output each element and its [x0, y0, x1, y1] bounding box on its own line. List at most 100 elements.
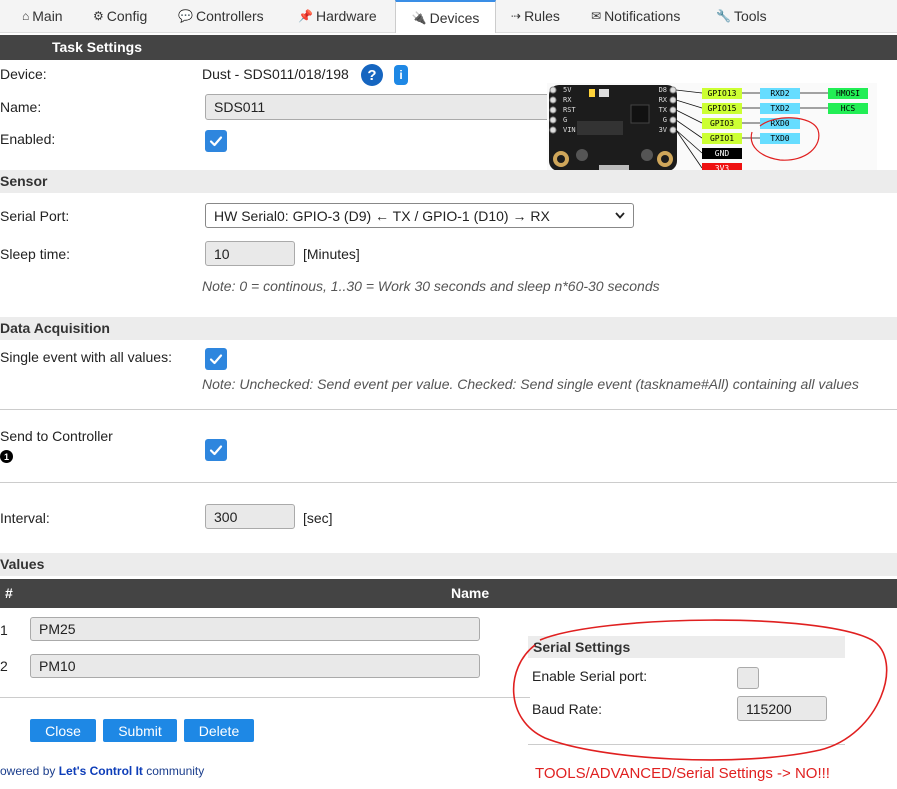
plug-icon: 🔌	[411, 10, 427, 25]
footer-brand-link[interactable]: Let's Control It	[59, 764, 143, 778]
submit-button[interactable]: Submit	[103, 719, 177, 742]
hmosi-label: HMOSI	[828, 88, 868, 99]
serial-port-value: HW Serial0: GPIO-3 (D9) ← TX / GPIO-1 (D…	[214, 207, 550, 224]
pin-label: G	[662, 116, 667, 124]
divider	[0, 409, 897, 410]
tab-devices[interactable]: 🔌 Devices	[395, 0, 496, 33]
arrow-right-icon: ⇢	[511, 9, 522, 23]
interval-label: Interval:	[0, 510, 50, 526]
gnd-label: GND	[702, 148, 742, 159]
tab-main[interactable]: ⌂ Main	[22, 0, 63, 32]
right-pin-labels: D8 RX TX G 3V	[655, 85, 667, 135]
tab-label: Config	[106, 8, 148, 24]
send-to-controller-checkbox[interactable]	[205, 439, 227, 461]
close-button[interactable]: Close	[30, 719, 96, 742]
pin-label: 3V	[658, 126, 667, 134]
enabled-label: Enabled:	[0, 131, 56, 147]
divider	[528, 744, 845, 745]
task-settings-header: Task Settings	[0, 35, 897, 60]
tab-label: Rules	[524, 8, 560, 24]
sensor-header: Sensor	[0, 170, 897, 193]
gpio15-label: GPIO15	[702, 103, 742, 114]
home-icon: ⌂	[22, 9, 30, 23]
values-title: Values	[0, 556, 45, 572]
checkmark-icon	[209, 445, 223, 456]
data-acquisition-header: Data Acquisition	[0, 317, 897, 340]
serial-settings-title: Serial Settings	[533, 639, 631, 655]
tab-label: Main	[32, 8, 63, 24]
tab-tools[interactable]: 🔧 Tools	[716, 0, 767, 32]
task-settings-title: Task Settings	[52, 39, 142, 55]
sleep-time-unit: [Minutes]	[303, 246, 360, 262]
value-row-number: 2	[0, 658, 8, 674]
gpio13-label: GPIO13	[702, 88, 742, 99]
baud-rate-label: Baud Rate:	[532, 701, 603, 717]
tab-controllers[interactable]: 💬 Controllers	[178, 0, 264, 32]
tab-rules[interactable]: ⇢ Rules	[511, 0, 560, 32]
sleep-note: Note: 0 = continous, 1..30 = Work 30 sec…	[202, 278, 660, 294]
pin-label: G	[563, 116, 568, 124]
tab-hardware[interactable]: 📌 Hardware	[298, 0, 377, 32]
top-nav: ⌂ Main ⚙ Config 💬 Controllers 📌 Hardware 🔌 De…	[0, 0, 897, 33]
pin-label: RX	[563, 96, 572, 104]
value-name-input[interactable]: PM10	[30, 654, 480, 678]
interval-input[interactable]: 300	[205, 504, 295, 529]
tab-config[interactable]: ⚙ Config	[93, 0, 147, 32]
device-label: Device:	[0, 66, 47, 82]
rxd0-label: RXD0	[760, 118, 800, 129]
enable-serial-label: Enable Serial port:	[532, 668, 648, 684]
tab-label: Hardware	[315, 8, 377, 24]
value-name-input[interactable]: PM25	[30, 617, 480, 641]
pin-label: TX	[658, 106, 667, 114]
serial-settings-header: Serial Settings	[528, 636, 845, 658]
txd2-label: TXD2	[760, 103, 800, 114]
pin-label: VIN	[563, 126, 576, 134]
value-row-number: 1	[0, 622, 8, 638]
speech-bubble-icon: 💬	[178, 9, 193, 23]
txd0-label: TXD0	[760, 133, 800, 144]
data-acquisition-title: Data Acquisition	[0, 320, 110, 336]
enable-serial-checkbox[interactable]	[737, 667, 759, 689]
name-input-value: SDS011	[214, 99, 266, 115]
name-input[interactable]: SDS011	[205, 94, 550, 120]
hcs-label: HCS	[828, 103, 868, 114]
divider	[0, 482, 897, 483]
baud-rate-input[interactable]: 115200	[737, 696, 827, 721]
chevron-down-icon	[615, 212, 625, 219]
sleep-time-label: Sleep time:	[0, 246, 71, 262]
sleep-time-input[interactable]: 10	[205, 241, 295, 266]
pin-label: RX	[658, 96, 667, 104]
sensor-title: Sensor	[0, 173, 48, 189]
help-icon[interactable]: ?	[361, 64, 383, 86]
serial-port-label: Serial Port:	[0, 208, 70, 224]
wrench-icon: 🔧	[716, 9, 731, 23]
pin-label: D8	[658, 86, 667, 94]
single-event-checkbox[interactable]	[205, 348, 227, 370]
info-icon[interactable]: i	[394, 65, 408, 85]
values-table-header: # Name	[0, 579, 897, 608]
column-name-header: Name	[451, 585, 490, 601]
footer-suffix: community	[142, 764, 205, 778]
name-label: Name:	[0, 99, 42, 115]
pin-label: RST	[563, 106, 576, 114]
column-number-header: #	[5, 585, 13, 601]
value-name: PM10	[39, 658, 76, 674]
divider	[0, 697, 530, 698]
checkmark-icon	[209, 354, 223, 365]
controller-number-badge: 1	[0, 450, 13, 463]
values-header: Values	[0, 553, 897, 576]
tab-label: Controllers	[195, 8, 264, 24]
envelope-icon: ✉	[591, 9, 602, 23]
pin-label: 5V	[563, 86, 572, 94]
enabled-checkbox[interactable]	[205, 130, 227, 152]
delete-button[interactable]: Delete	[184, 719, 254, 742]
single-event-label: Single event with all values:	[0, 349, 172, 365]
tab-notifications[interactable]: ✉ Notifications	[591, 0, 680, 32]
serial-port-select[interactable]: HW Serial0: GPIO-3 (D9) ← TX / GPIO-1 (D…	[205, 203, 634, 228]
checkmark-icon	[209, 136, 223, 147]
left-pin-labels: 5V RX RST G VIN	[563, 85, 576, 135]
send-to-controller-label: Send to Controller	[0, 428, 113, 444]
tab-label: Devices	[429, 9, 480, 26]
rxd2-label: RXD2	[760, 88, 800, 99]
gpio1-label: GPIO1	[702, 133, 742, 144]
